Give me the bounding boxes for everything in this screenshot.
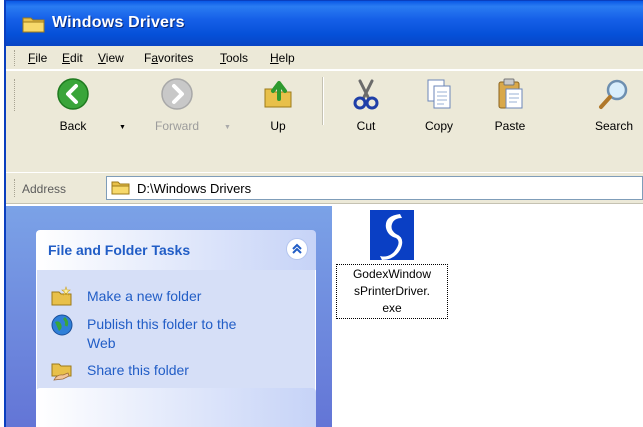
title-bar[interactable]: Windows Drivers <box>6 0 643 46</box>
menu-bar: File Edit View Favorites Tools Help <box>6 46 643 70</box>
back-dropdown-icon[interactable]: ▼ <box>119 124 126 131</box>
back-button[interactable]: Back <box>48 71 98 133</box>
chevron-up-icon <box>292 243 302 254</box>
file-folder-tasks-header[interactable]: File and Folder Tasks <box>36 230 316 270</box>
forward-button[interactable]: Forward <box>144 71 210 133</box>
address-label: Address <box>22 182 67 196</box>
task-label: Share this folder <box>87 362 189 378</box>
search-label: Search <box>594 119 634 133</box>
copy-button[interactable]: Copy <box>414 71 464 133</box>
share-folder-icon <box>51 360 73 382</box>
window-title: Windows Drivers <box>52 14 185 31</box>
search-icon <box>597 77 631 111</box>
forward-dropdown-icon[interactable]: ▼ <box>224 124 231 131</box>
address-value: D:\Windows Drivers <box>137 181 252 196</box>
toolbar-grip[interactable] <box>14 79 17 111</box>
other-places-header[interactable] <box>36 388 316 427</box>
up-label: Up <box>270 119 286 133</box>
copy-icon <box>422 77 456 111</box>
file-name-line3: exe <box>382 301 402 315</box>
up-button[interactable]: Up <box>258 71 298 133</box>
task-label-line1: Publish this folder to the <box>87 316 237 332</box>
back-label: Back <box>59 119 87 133</box>
paste-button[interactable]: Paste <box>482 71 538 133</box>
copy-label: Copy <box>424 119 453 133</box>
address-grip[interactable] <box>14 179 17 197</box>
menu-tools[interactable]: Tools <box>220 51 248 65</box>
installer-exe-icon <box>370 210 414 260</box>
task-label-line2: Web <box>87 335 116 351</box>
cut-button[interactable]: Cut <box>346 71 386 133</box>
menu-grip[interactable] <box>14 50 17 66</box>
task-header-title: File and Folder Tasks <box>48 242 191 258</box>
toolbar-separator <box>322 77 324 125</box>
toolbar: Back ▼ Forward ▼ Up Cut Copy Paste Searc… <box>6 70 643 174</box>
file-name-line1: GodexWindow <box>352 267 432 281</box>
window-border <box>4 0 6 427</box>
address-input[interactable]: D:\Windows Drivers <box>106 176 643 200</box>
address-bar: Address D:\Windows Drivers <box>6 172 643 204</box>
explorer-window: Windows Drivers File Edit View Favorites… <box>0 0 643 427</box>
task-label: Publish this folder to the Web <box>87 315 236 353</box>
task-list: Make a new folder Publish this folder to… <box>36 270 316 398</box>
search-button[interactable]: Search <box>584 71 643 133</box>
menu-edit[interactable]: Edit <box>62 51 83 65</box>
back-arrow-icon <box>56 77 90 111</box>
publish-web-icon <box>51 314 73 336</box>
menu-view[interactable]: View <box>98 51 124 65</box>
menu-file[interactable]: File <box>28 51 47 65</box>
up-folder-icon <box>261 77 295 111</box>
folder-icon <box>22 14 46 37</box>
forward-arrow-icon <box>160 77 194 111</box>
task-pane: File and Folder Tasks Make a new folder <box>6 206 332 427</box>
paste-label: Paste <box>494 119 526 133</box>
cut-label: Cut <box>356 119 376 133</box>
new-folder-icon <box>51 286 73 308</box>
paste-icon <box>493 77 527 111</box>
menu-favorites[interactable]: Favorites <box>144 51 193 65</box>
file-name-line2: sPrinterDriver. <box>353 284 430 298</box>
task-label: Make a new folder <box>87 288 202 304</box>
forward-label: Forward <box>154 119 199 133</box>
menu-help[interactable]: Help <box>270 51 295 65</box>
scissors-icon <box>349 77 383 111</box>
collapse-button[interactable] <box>286 238 308 260</box>
folder-icon <box>111 180 131 199</box>
file-name-label: GodexWindow sPrinterDriver. exe <box>336 264 448 319</box>
